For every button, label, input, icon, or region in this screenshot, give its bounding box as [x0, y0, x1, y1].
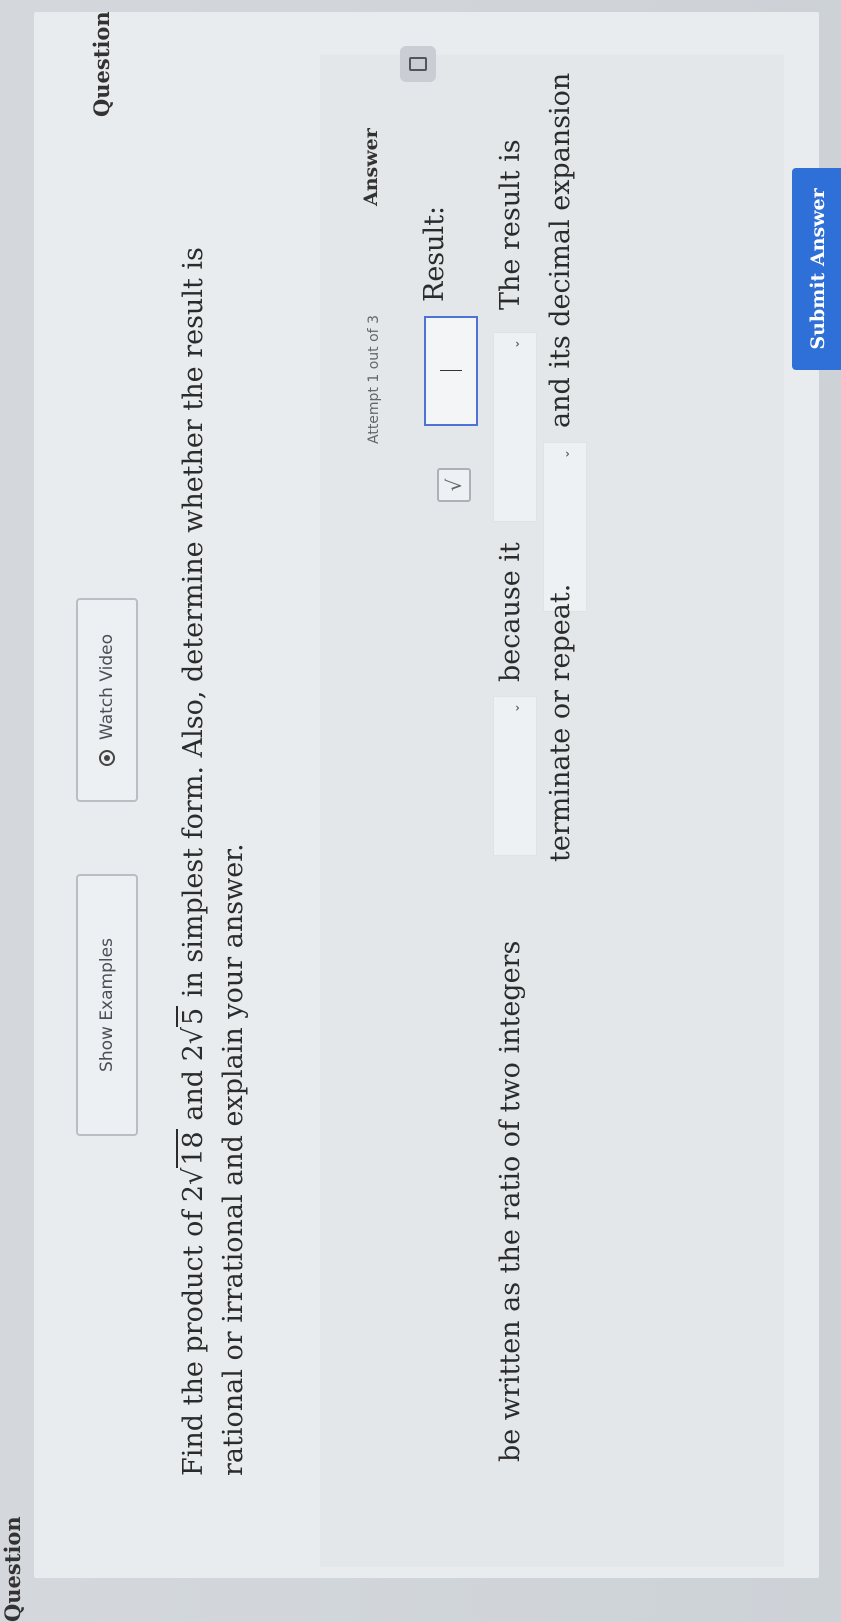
show-examples-button[interactable]: Show Examples	[76, 874, 138, 1136]
text-caret	[440, 370, 462, 372]
sentence2-part-a: and its decimal expansion	[545, 72, 576, 428]
attempt-label: Attempt 1 out of 3	[366, 315, 382, 444]
radicand-1: 18	[176, 1129, 209, 1168]
question-heading: Question	[89, 11, 114, 117]
notes-icon[interactable]	[400, 46, 436, 82]
sentence1-part-a: The result is	[495, 139, 526, 310]
question-text: Find the product of 2√18 and 2√5 in simp…	[174, 206, 254, 1476]
result-input[interactable]	[424, 316, 478, 426]
sentence1-part-b: because it	[495, 542, 526, 682]
submit-answer-button[interactable]: Submit Answer	[792, 168, 841, 370]
question-text-part1: Find the product of 2	[178, 1184, 209, 1476]
rational-dropdown[interactable]: ⌄	[493, 332, 537, 522]
sentence1-part-c: be written as the ratio of two integers	[495, 940, 526, 1462]
chevron-down-icon: ⌄	[508, 703, 522, 714]
radical-2: √5	[176, 1005, 209, 1045]
watch-video-button[interactable]: Watch Video	[76, 598, 138, 802]
play-icon	[99, 749, 115, 766]
result-label: Result:	[419, 205, 450, 302]
sqrt-button[interactable]: √	[437, 468, 471, 502]
can-cannot-dropdown[interactable]: ⌄	[493, 696, 537, 856]
radical-1: √18	[176, 1129, 209, 1185]
content-stage: Question Watch Video Show Examples Find …	[0, 0, 841, 1622]
watch-video-label: Watch Video	[97, 634, 117, 740]
sentence2-part-b: terminate or repeat.	[545, 583, 576, 862]
chevron-down-icon: ⌄	[558, 449, 572, 460]
chevron-down-icon: ⌄	[508, 339, 522, 350]
answer-label: Answer	[360, 128, 382, 206]
radicand-2: 5	[176, 1005, 209, 1027]
show-examples-label: Show Examples	[97, 938, 117, 1072]
question-text-part2: and 2	[178, 1044, 209, 1130]
submit-answer-label: Submit Answer	[807, 188, 829, 350]
